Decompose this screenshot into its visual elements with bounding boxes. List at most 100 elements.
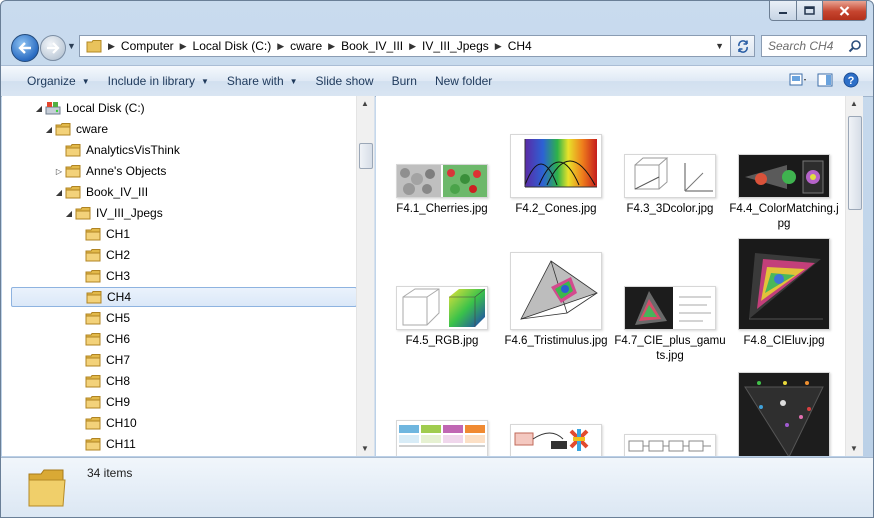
scroll-down-arrow-icon[interactable]: ▼ [361,444,369,453]
search-input[interactable]: Search CH4 [761,35,867,57]
tree-item[interactable]: CH11 [11,434,357,454]
thumbnail-file-10[interactable] [510,424,602,456]
back-button[interactable] [11,34,39,62]
scrollbar-thumb[interactable] [359,143,373,169]
breadcrumb-separator[interactable]: ▶ [108,41,115,52]
tree-item[interactable]: CH6 [11,329,357,349]
tree-item[interactable]: CH8 [11,371,357,391]
tree-item[interactable]: ◢ Local Disk (C:) [11,98,357,118]
breadcrumb-label: Book_IV_III [341,39,404,53]
tree-item[interactable]: CH3 [11,266,357,286]
breadcrumb-local-disk[interactable]: Local Disk (C:) [193,39,272,53]
close-button[interactable] [823,1,867,21]
scroll-up-arrow-icon[interactable]: ▲ [850,99,858,108]
search-icon[interactable] [848,39,862,53]
breadcrumb-ch4[interactable]: CH4 [508,39,532,53]
tree-item[interactable]: ◢ Book_IV_III [11,182,357,202]
breadcrumb-separator[interactable]: ▶ [328,41,335,52]
new-folder-button[interactable]: New folder [435,74,492,88]
breadcrumb-separator[interactable]: ▶ [277,41,284,52]
change-view-icon[interactable] [789,73,807,87]
expanded-arrow-icon[interactable]: ◢ [53,188,65,197]
tree-item[interactable]: AnalyticsVisThink [11,140,357,160]
breadcrumb-separator[interactable]: ▶ [180,41,187,52]
command-bar: Organize ▼ Include in library ▼ Share with… [1,65,873,97]
cherries-image [397,165,487,197]
tree-item[interactable]: CH5 [11,308,357,328]
expanded-arrow-icon[interactable]: ◢ [33,104,45,113]
tree-item[interactable]: CH7 [11,350,357,370]
tree-item-label: AnalyticsVisThink [86,143,180,157]
burn-button[interactable]: Burn [392,74,417,88]
tree-item[interactable]: CH10 [11,413,357,433]
close-icon [839,5,850,16]
thumbnail-file-9[interactable] [396,420,488,456]
tree-item[interactable]: CH2 [11,245,357,265]
thumbnail-tristimulus[interactable] [510,252,602,330]
scroll-down-arrow-icon[interactable]: ▼ [850,444,858,453]
tree-item-label: CH8 [106,374,131,388]
tree-item-label: Book_IV_III [86,185,149,199]
thumbnail-cie-gamuts[interactable] [624,286,716,330]
preview-pane-icon[interactable] [817,73,833,87]
slide-show-button[interactable]: Slide show [316,74,374,88]
file-list-scrollbar[interactable]: ▲ ▼ [845,96,863,456]
include-in-library-menu[interactable]: Include in library ▼ [108,74,209,88]
tree-item[interactable]: CH4 [11,287,357,307]
tree-item[interactable]: CH9 [11,392,357,412]
forward-button[interactable] [40,35,66,61]
expanded-arrow-icon[interactable]: ◢ [63,209,75,218]
thumbnail-file-11[interactable] [624,434,716,456]
thumbnail-cherries[interactable] [396,164,488,198]
tree-item[interactable]: ◢ cware [11,119,357,139]
tree-item-label: CH7 [106,353,131,367]
breadcrumb-cware[interactable]: cware [290,39,322,53]
tree-item[interactable]: ▷ Anne's Objects [11,161,357,181]
minimize-button[interactable] [769,1,797,21]
thumbnail-cones[interactable] [510,134,602,198]
organize-menu[interactable]: Organize ▼ [27,74,90,88]
thumbnail-file-12[interactable] [738,372,830,456]
share-with-menu[interactable]: Share with ▼ [227,74,298,88]
breadcrumb-book[interactable]: Book_IV_III [341,39,403,53]
folder-icon [65,186,81,199]
file-name: F4.6_Tristimulus.jpg [504,335,608,347]
thumbnail-cieluv[interactable] [738,238,830,330]
breadcrumb-label: CH4 [507,39,532,53]
folder-icon [55,123,71,136]
address-dropdown[interactable]: ▼ [715,41,724,51]
thumbnail-colormatching[interactable] [738,154,830,198]
breadcrumb-separator[interactable]: ▶ [495,41,502,52]
back-arrow-icon [18,42,31,54]
recent-pages-dropdown[interactable]: ▼ [67,41,76,51]
tree-item[interactable]: ◢ IV_III_Jpegs [11,203,357,223]
svg-text:?: ? [848,75,855,87]
breadcrumb-computer[interactable]: Computer [121,39,174,53]
breadcrumb-separator[interactable]: ▶ [409,41,416,52]
tree-item[interactable]: CH1 [11,224,357,244]
tree-item-label: CH6 [106,332,131,346]
cones-image [524,139,597,188]
expanded-arrow-icon[interactable]: ◢ [43,125,55,134]
folder-icon [85,333,101,346]
collapsed-arrow-icon[interactable]: ▷ [53,167,65,176]
folder-icon [85,375,101,388]
maximize-button[interactable] [797,1,823,21]
navigation-scrollbar[interactable]: ▲ ▼ [356,96,374,456]
help-icon[interactable]: ? [843,72,859,88]
breadcrumb-jpegs[interactable]: IV_III_Jpegs [422,39,489,53]
folder-icon [85,249,101,262]
thumbnail-rgb[interactable] [396,286,488,330]
address-bar[interactable]: ▶ Computer ▶ Local Disk (C:) ▶ cware ▶ B… [79,35,731,57]
burn-label: Burn [391,74,417,88]
scrollbar-thumb[interactable] [848,116,862,210]
forward-arrow-icon [47,42,60,54]
toolbar-right-group: ? [789,72,859,88]
tree-item-label: cware [76,122,109,136]
file-name: F4.4_ColorMatching.jpg [729,203,839,230]
refresh-button[interactable] [731,35,755,57]
color-swatches-image [399,425,485,447]
scroll-up-arrow-icon[interactable]: ▲ [361,99,369,108]
folder-icon [85,396,101,409]
thumbnail-3dcolor[interactable] [624,154,716,198]
